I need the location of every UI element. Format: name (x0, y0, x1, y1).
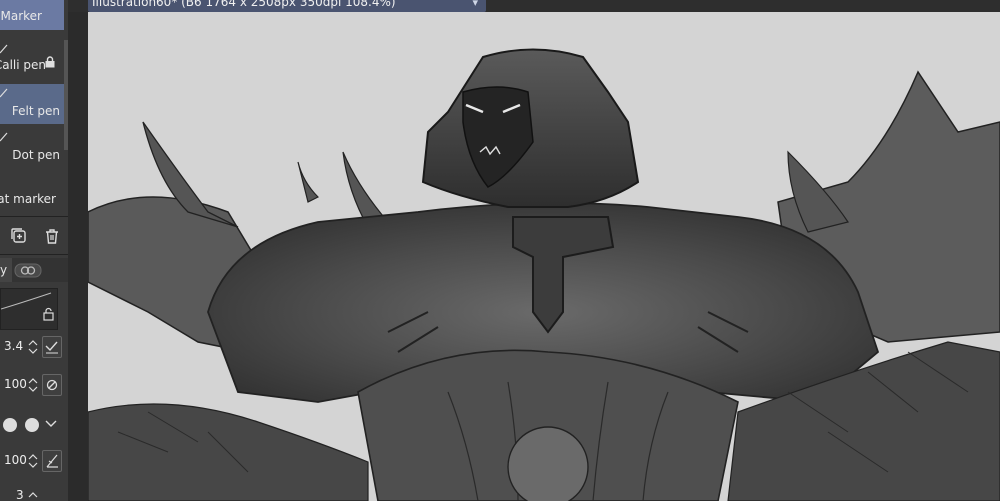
stepper-icon[interactable] (28, 452, 38, 470)
link-icon[interactable] (14, 258, 42, 282)
brush-stroke-icon (0, 44, 8, 54)
chevron-down-icon[interactable] (44, 416, 58, 430)
drawing-canvas[interactable] (88, 12, 1000, 501)
brush-tip-chip[interactable] (25, 418, 39, 432)
brush-item-label: Felt pen (11, 104, 60, 118)
density-value[interactable]: 100 (4, 453, 27, 467)
brush-item-label: Calli pen (0, 58, 46, 72)
brush-list: Marker Calli pen Felt pen Dot pen Flat m… (0, 0, 64, 216)
brush-group-marker[interactable]: Marker (0, 0, 64, 30)
brush-stroke-icon (0, 132, 8, 142)
brush-tool-row (0, 222, 68, 250)
tab-tool-property[interactable]: y (0, 258, 12, 282)
brush-size-row: 3.4 (0, 332, 68, 362)
stepper-icon[interactable] (28, 490, 38, 501)
brush-size-pressure-button[interactable] (42, 336, 62, 358)
tool-property-tabs: y (0, 258, 68, 282)
brush-size-value[interactable]: 3.4 (4, 339, 23, 353)
opacity-pressure-button[interactable] (42, 374, 62, 396)
stepper-icon[interactable] (28, 338, 38, 356)
brush-tip-chip[interactable] (3, 418, 17, 432)
document-tab[interactable]: Illustration60* (B6 1764 x 2508px 350dpi… (88, 0, 486, 12)
tab-menu-icon[interactable]: ▾ (472, 0, 478, 9)
no-entry-icon (46, 379, 58, 391)
stepper-icon[interactable] (28, 376, 38, 394)
canvas-gutter (68, 12, 88, 501)
check-icon (45, 341, 58, 354)
document-tab-bar: Illustration60* (B6 1764 x 2508px 350dpi… (68, 0, 1000, 12)
density-pressure-button[interactable] (42, 450, 62, 472)
divider (0, 216, 68, 217)
divider (0, 254, 68, 255)
brush-item-felt-pen[interactable]: Felt pen (0, 84, 64, 124)
density-row: 100 (0, 446, 68, 476)
lock-icon[interactable] (42, 307, 56, 321)
illustration-artwork (88, 48, 1000, 501)
trash-icon[interactable] (42, 226, 62, 246)
extra-row: 3 (0, 480, 68, 501)
brush-item-flat-marker[interactable]: Flat marker (0, 172, 64, 212)
brush-stroke-icon (0, 88, 8, 98)
left-spike-3 (297, 161, 320, 203)
pressure-icon (46, 454, 58, 468)
lock-icon (45, 56, 55, 68)
sub-tool-panel: Marker Calli pen Felt pen Dot pen Flat m… (0, 0, 69, 501)
brush-item-label: Flat marker (0, 192, 56, 206)
brush-item-label: Dot pen (12, 148, 60, 162)
brush-item-calli-pen[interactable]: Calli pen (0, 40, 64, 80)
brush-tip-chips[interactable] (0, 414, 42, 434)
opacity-value[interactable]: 100 (4, 377, 27, 391)
extra-value[interactable]: 3 (16, 488, 24, 501)
document-title: Illustration60* (B6 1764 x 2508px 350dpi… (92, 0, 396, 9)
brush-group-label: Marker (0, 9, 42, 23)
opacity-row: 100 (0, 370, 68, 400)
brush-tip-row (0, 408, 68, 438)
tab-label: y (0, 263, 8, 277)
brush-item-dot-pen[interactable]: Dot pen (0, 128, 64, 168)
add-brush-icon[interactable] (9, 226, 29, 246)
belly-core (507, 426, 589, 501)
